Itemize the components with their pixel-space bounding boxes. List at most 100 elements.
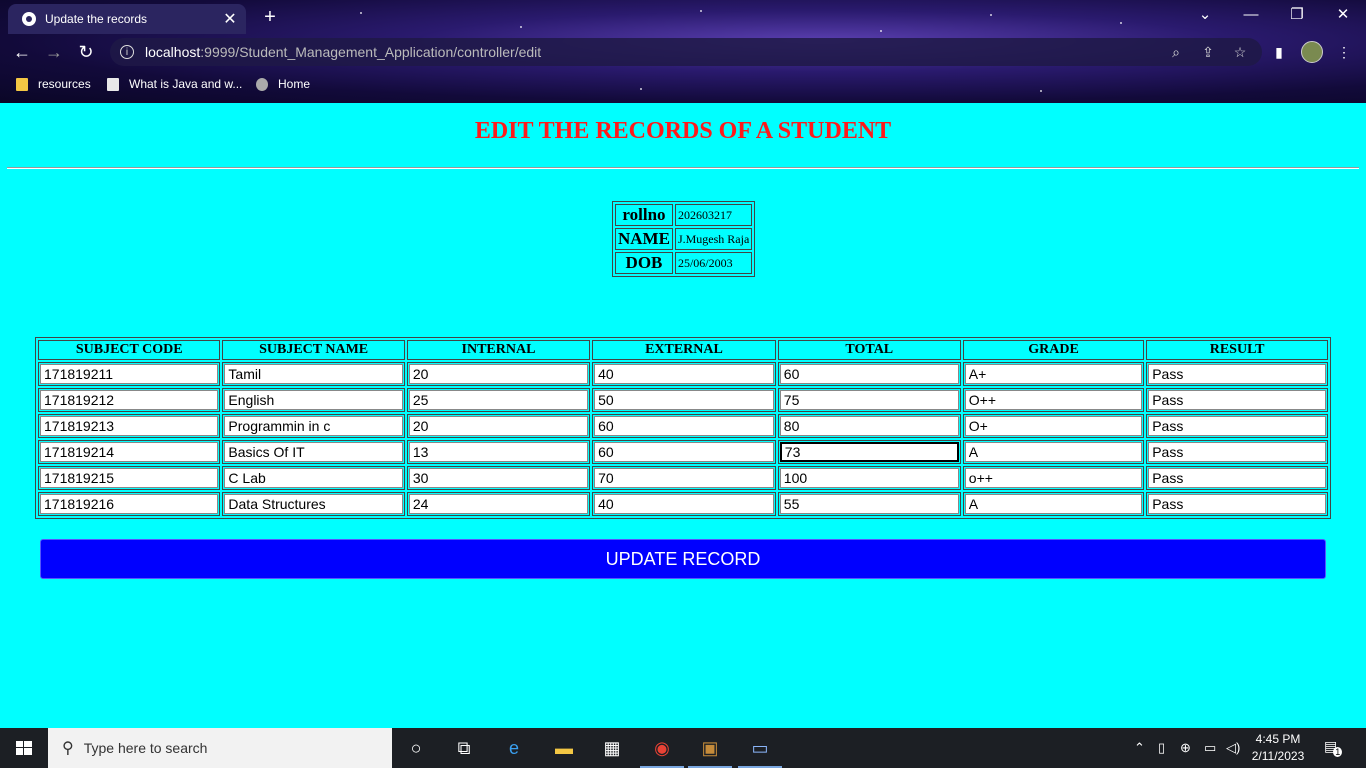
update-record-button[interactable]: UPDATE RECORD: [40, 539, 1326, 579]
chevron-up-icon[interactable]: ⌃: [1134, 740, 1145, 756]
browser-tab[interactable]: Update the records ✕: [8, 4, 246, 34]
bookmark-java[interactable]: What is Java and w...: [107, 74, 242, 94]
grade-input[interactable]: [964, 494, 1143, 514]
tab-search-button[interactable]: ⌄: [1182, 4, 1228, 26]
subject-code-input[interactable]: [40, 494, 219, 514]
result-input[interactable]: [1148, 468, 1326, 488]
student-info-table: rollno 202603217 NAME J.Mugesh Raja DOB …: [612, 201, 756, 277]
task-view-button[interactable]: ⧉: [440, 728, 488, 768]
grade-input[interactable]: [964, 468, 1143, 488]
subject-name-input[interactable]: [224, 494, 403, 514]
globe-icon: [256, 77, 268, 91]
result-input[interactable]: [1148, 364, 1326, 384]
address-bar[interactable]: i localhost:9999/Student_Management_Appl…: [110, 38, 1262, 66]
rollno-label: rollno: [615, 204, 673, 226]
zoom-icon[interactable]: ⌕: [1166, 42, 1186, 62]
java-icon: [107, 77, 119, 91]
result-input[interactable]: [1148, 442, 1326, 462]
bookmark-star-icon[interactable]: ☆: [1230, 42, 1250, 62]
cortana-button[interactable]: ○: [392, 728, 440, 768]
minimize-button[interactable]: —: [1228, 4, 1274, 26]
external-input[interactable]: [594, 364, 774, 384]
network-globe-icon[interactable]: ⊕: [1180, 740, 1191, 756]
total-input[interactable]: [779, 390, 959, 410]
clock[interactable]: 4:45 PM 2/11/2023: [1248, 731, 1308, 765]
search-icon: ⚲: [62, 740, 74, 757]
search-placeholder: Type here to search: [83, 740, 208, 756]
notification-count: 1: [1333, 747, 1343, 757]
profile-avatar[interactable]: [1301, 41, 1323, 63]
rollno-value: 202603217: [674, 204, 753, 226]
grade-input[interactable]: [964, 416, 1143, 436]
subject-name-input[interactable]: [224, 468, 403, 488]
subject-name-input[interactable]: [224, 364, 403, 384]
subject-code-input[interactable]: [40, 468, 219, 488]
total-input[interactable]: [779, 468, 959, 488]
taskbar-search[interactable]: ⚲ Type here to search: [48, 728, 392, 768]
bookmark-home[interactable]: Home: [256, 74, 310, 94]
total-input[interactable]: [779, 364, 959, 384]
external-input[interactable]: [594, 468, 774, 488]
forward-button[interactable]: →: [42, 40, 66, 64]
app-icon[interactable]: ▣: [686, 728, 734, 768]
bookmark-resources[interactable]: resources: [16, 74, 91, 94]
internal-input[interactable]: [408, 494, 589, 514]
external-input[interactable]: [594, 494, 774, 514]
result-input[interactable]: [1148, 494, 1326, 514]
side-panel-icon[interactable]: ▮: [1268, 41, 1290, 63]
globe-icon: [22, 12, 36, 26]
page-title: EDIT THE RECORDS OF A STUDENT: [474, 118, 892, 144]
marks-table: SUBJECT CODE SUBJECT NAME INTERNAL EXTER…: [35, 337, 1331, 519]
subject-code-input[interactable]: [40, 416, 219, 436]
notification-icon[interactable]: ▤1: [1324, 738, 1344, 757]
result-input[interactable]: [1148, 416, 1326, 436]
restore-button[interactable]: ❐: [1274, 4, 1320, 26]
column-header-total: TOTAL: [777, 340, 961, 360]
name-label: NAME: [615, 228, 673, 250]
reload-button[interactable]: ↻: [74, 40, 98, 64]
internal-input[interactable]: [408, 416, 589, 436]
table-row: [38, 414, 1328, 438]
back-button[interactable]: ←: [10, 40, 34, 64]
total-input[interactable]: [779, 494, 959, 514]
menu-kebab-icon[interactable]: ⋮: [1333, 41, 1355, 63]
close-window-button[interactable]: ✕: [1320, 4, 1366, 26]
file-explorer-icon[interactable]: ▬: [540, 728, 588, 768]
tab-title: Update the records: [45, 12, 148, 26]
internal-input[interactable]: [408, 468, 589, 488]
share-icon[interactable]: ⇪: [1198, 42, 1218, 62]
subject-code-input[interactable]: [40, 390, 219, 410]
battery-icon[interactable]: ▭: [1204, 740, 1216, 756]
external-input[interactable]: [594, 416, 774, 436]
subject-code-input[interactable]: [40, 364, 219, 384]
internal-input[interactable]: [408, 364, 589, 384]
usb-icon[interactable]: ▯: [1158, 740, 1165, 756]
new-tab-button[interactable]: +: [259, 6, 281, 28]
total-input-focused[interactable]: [779, 442, 959, 462]
total-input[interactable]: [779, 416, 959, 436]
external-input[interactable]: [594, 442, 774, 462]
grade-input[interactable]: [964, 442, 1143, 462]
site-info-icon[interactable]: i: [120, 45, 134, 59]
url-path: :9999/Student_Management_Application/con…: [200, 44, 542, 60]
edge-icon[interactable]: e: [490, 728, 538, 768]
subject-name-input[interactable]: [224, 390, 403, 410]
name-value: J.Mugesh Raja: [674, 228, 753, 250]
start-button[interactable]: [0, 728, 48, 768]
result-input[interactable]: [1148, 390, 1326, 410]
volume-icon[interactable]: ◁): [1226, 740, 1240, 756]
close-tab-icon[interactable]: ✕: [220, 9, 240, 29]
grade-input[interactable]: [964, 364, 1143, 384]
subject-name-input[interactable]: [224, 442, 403, 462]
internal-input[interactable]: [408, 442, 589, 462]
external-input[interactable]: [594, 390, 774, 410]
column-header-external: EXTERNAL: [592, 340, 776, 360]
terminal-app-icon[interactable]: ▭: [736, 728, 784, 768]
store-icon[interactable]: ▦: [588, 728, 636, 768]
subject-code-input[interactable]: [40, 442, 219, 462]
grade-input[interactable]: [964, 390, 1143, 410]
clock-time: 4:45 PM: [1255, 732, 1301, 746]
internal-input[interactable]: [408, 390, 589, 410]
subject-name-input[interactable]: [224, 416, 403, 436]
chrome-icon[interactable]: ◉: [638, 728, 686, 768]
